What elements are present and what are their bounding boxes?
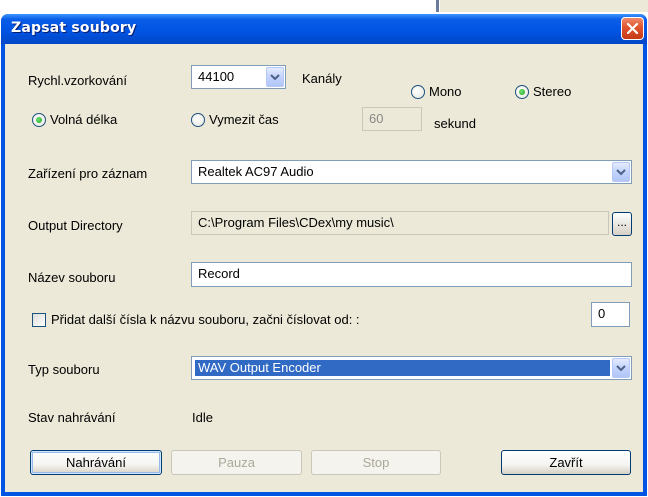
chevron-down-icon <box>616 365 626 372</box>
dialog-body: Rychl.vzorkování 44100 Kanály Mono Stere… <box>5 44 643 492</box>
chevron-down-icon <box>270 74 280 81</box>
limit-time-label[interactable]: Vymezit čas <box>209 112 279 127</box>
channels-label: Kanály <box>302 71 342 86</box>
free-length-label[interactable]: Volná délka <box>50 112 117 127</box>
record-dialog: Zapsat soubory Rychl.vzorkování 44100 Ka… <box>1 14 647 496</box>
free-length-radio[interactable] <box>32 113 46 127</box>
sample-rate-label: Rychl.vzorkování <box>28 73 127 88</box>
close-button[interactable]: Zavřít <box>501 450 631 475</box>
file-type-dropdown-button[interactable] <box>612 358 630 378</box>
limit-time-radio[interactable] <box>191 113 205 127</box>
numbering-start-input[interactable]: 0 <box>591 302 630 327</box>
device-value: Realtek AC97 Audio <box>198 164 314 179</box>
seconds-unit-label: sekund <box>434 116 476 131</box>
browse-directory-button[interactable]: ... <box>612 212 632 236</box>
background-window-edge <box>436 0 439 12</box>
filename-input[interactable]: Record <box>191 262 632 287</box>
record-status-value: Idle <box>192 410 213 425</box>
output-directory-label: Output Directory <box>28 218 123 233</box>
stop-button[interactable]: Stop <box>311 450 441 475</box>
device-label: Zařízení pro záznam <box>28 166 148 181</box>
pause-button[interactable]: Pauza <box>171 450 302 475</box>
device-select[interactable]: Realtek AC97 Audio <box>191 160 632 184</box>
numbering-label[interactable]: Přidat další čísla k názvu souboru, začn… <box>51 312 360 327</box>
radio-selected-dot <box>36 117 42 123</box>
radio-selected-dot <box>519 89 525 95</box>
stereo-radio[interactable] <box>515 85 529 99</box>
file-type-select[interactable]: WAV Output Encoder <box>191 356 632 380</box>
sample-rate-value: 44100 <box>198 69 235 84</box>
sample-rate-dropdown-button[interactable] <box>266 67 284 87</box>
close-icon <box>627 23 638 34</box>
numbering-checkbox[interactable] <box>32 313 46 327</box>
window-title: Zapsat soubory <box>11 20 137 36</box>
background-window <box>440 0 648 12</box>
file-type-label: Typ souboru <box>28 362 100 377</box>
file-type-value: WAV Output Encoder <box>195 360 610 376</box>
stereo-label[interactable]: Stereo <box>533 84 571 99</box>
chevron-down-icon <box>616 169 626 176</box>
sample-rate-select[interactable]: 44100 <box>191 65 286 89</box>
record-status-label: Stav nahrávání <box>28 410 116 425</box>
device-dropdown-button[interactable] <box>612 162 630 182</box>
mono-radio[interactable] <box>411 85 425 99</box>
output-directory-input[interactable]: C:\Program Files\CDex\my music\ <box>191 211 609 235</box>
mono-label[interactable]: Mono <box>429 84 462 99</box>
seconds-input[interactable]: 60 <box>362 107 422 131</box>
filename-label: Název souboru <box>28 270 116 285</box>
record-button[interactable]: Nahrávání <box>30 450 162 475</box>
title-bar[interactable]: Zapsat soubory <box>1 14 647 44</box>
close-window-button[interactable] <box>621 17 644 40</box>
